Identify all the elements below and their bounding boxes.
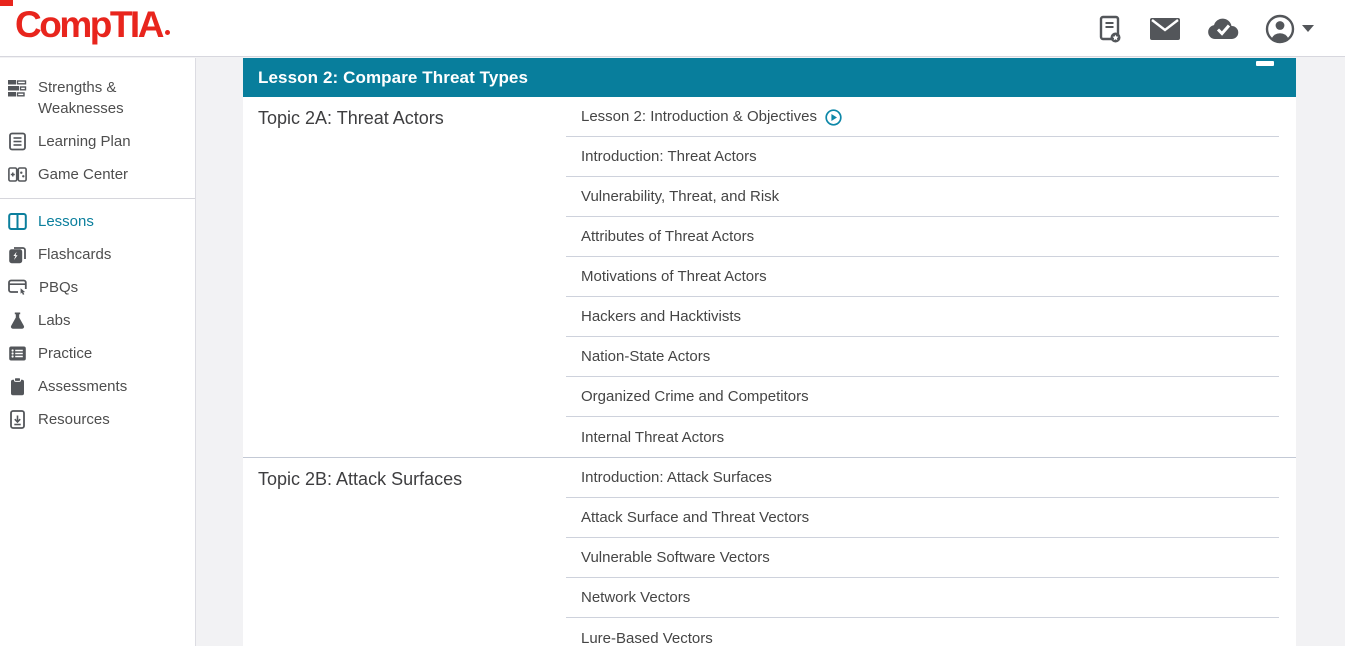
lesson-item-label: Introduction: Attack Surfaces — [581, 469, 772, 486]
caret-down-icon — [1301, 24, 1315, 33]
lesson-item-row[interactable]: Attributes of Threat Actors — [566, 217, 1279, 257]
lesson-item-row[interactable]: Vulnerability, Threat, and Risk — [566, 177, 1279, 217]
pbqs-icon — [8, 278, 28, 297]
lesson-item-label: Attributes of Threat Actors — [581, 228, 754, 245]
lesson-item-label: Hackers and Hacktivists — [581, 308, 741, 325]
lessons-icon — [8, 212, 27, 231]
account-icon — [1265, 14, 1295, 44]
lesson-item-label: Organized Crime and Competitors — [581, 388, 809, 405]
lesson-card: Lesson 2: Compare Threat Types Topic 2A:… — [243, 58, 1296, 646]
lesson-item-row[interactable]: Attack Surface and Threat Vectors — [566, 498, 1279, 538]
sidebar-top-list: Strengths & Weaknesses Learning Plan — [0, 58, 195, 191]
sidebar-main-list: Lessons Flashcards PBQs — [0, 205, 195, 436]
practice-icon — [8, 344, 27, 363]
lesson-item-row[interactable]: Vulnerable Software Vectors — [566, 538, 1279, 578]
logo-registered-mark — [165, 30, 170, 35]
lesson-item-label: Motivations of Threat Actors — [581, 268, 767, 285]
lesson-item-label: Introduction: Threat Actors — [581, 148, 757, 165]
sidebar-item-label: Practice — [38, 343, 92, 364]
sidebar-item-label: Flashcards — [38, 244, 111, 265]
game-center-icon — [8, 165, 27, 184]
lesson-item-label: Network Vectors — [581, 589, 690, 606]
sidebar-item-label: Assessments — [38, 376, 127, 397]
cloud-sync-icon[interactable] — [1207, 17, 1239, 41]
sidebar-item-lessons[interactable]: Lessons — [0, 205, 195, 238]
assessments-icon — [8, 377, 27, 396]
corner-accent — [0, 0, 13, 6]
report-icon[interactable] — [1097, 14, 1123, 44]
lesson-item-label: Internal Threat Actors — [581, 429, 724, 446]
sidebar-item-game-center[interactable]: Game Center — [0, 158, 195, 191]
logo-text: CompTIA — [15, 4, 162, 45]
lesson-item-label: Vulnerable Software Vectors — [581, 549, 770, 566]
topic-item-list: Lesson 2: Introduction & Objectives Intr… — [566, 97, 1279, 457]
lesson-item-row[interactable]: Organized Crime and Competitors — [566, 377, 1279, 417]
sidebar-item-learning-plan[interactable]: Learning Plan — [0, 125, 195, 158]
lesson-item-row[interactable]: Internal Threat Actors — [566, 417, 1279, 457]
lesson-item-row[interactable]: Network Vectors — [566, 578, 1279, 618]
sidebar-item-label: Labs — [38, 310, 71, 331]
topic-title: Topic 2A: Threat Actors — [243, 97, 566, 457]
strengths-weaknesses-icon — [8, 78, 27, 97]
lesson-item-row[interactable]: Hackers and Hacktivists — [566, 297, 1279, 337]
play-icon[interactable] — [825, 109, 842, 126]
sidebar-item-label: Strengths & Weaknesses — [38, 77, 181, 119]
lesson-item-row[interactable]: Introduction: Attack Surfaces — [566, 458, 1279, 498]
topic-item-list: Introduction: Attack Surfaces Attack Sur… — [566, 458, 1279, 646]
lesson-item-label: Nation-State Actors — [581, 348, 710, 365]
app-header: CompTIA — [0, 0, 1345, 57]
sidebar-item-label: Lessons — [38, 211, 94, 232]
account-menu[interactable] — [1265, 14, 1315, 44]
lesson-item-row[interactable]: Motivations of Threat Actors — [566, 257, 1279, 297]
sidebar-item-label: Resources — [38, 409, 110, 430]
lesson-item-label: Vulnerability, Threat, and Risk — [581, 188, 779, 205]
sidebar-item-labs[interactable]: Labs — [0, 304, 195, 337]
mail-icon[interactable] — [1149, 17, 1181, 41]
lesson-item-label: Attack Surface and Threat Vectors — [581, 509, 809, 526]
sidebar: Strengths & Weaknesses Learning Plan — [0, 58, 196, 646]
lesson-item-row[interactable]: Introduction: Threat Actors — [566, 137, 1279, 177]
sidebar-item-resources[interactable]: Resources — [0, 403, 195, 436]
header-icon-bar — [1097, 0, 1315, 57]
lesson-item-label: Lesson 2: Introduction & Objectives — [581, 108, 817, 125]
sidebar-item-practice[interactable]: Practice — [0, 337, 195, 370]
lesson-title: Lesson 2: Compare Threat Types — [258, 68, 528, 88]
comptia-logo[interactable]: CompTIA — [15, 1, 170, 49]
collapse-lesson-button[interactable] — [1256, 61, 1274, 66]
lesson-item-row[interactable]: Nation-State Actors — [566, 337, 1279, 377]
lesson-item-row[interactable]: Lesson 2: Introduction & Objectives — [566, 97, 1279, 137]
sidebar-item-label: Learning Plan — [38, 131, 131, 152]
sidebar-item-label: PBQs — [39, 277, 78, 298]
flashcards-icon — [8, 245, 27, 264]
page: { "header": { "logo_text": "CompTIA", "i… — [0, 0, 1345, 646]
lesson-header-bar[interactable]: Lesson 2: Compare Threat Types — [243, 58, 1296, 97]
topic-title: Topic 2B: Attack Surfaces — [243, 458, 566, 646]
resources-icon — [8, 410, 27, 429]
topic-section-2b: Topic 2B: Attack Surfaces Introduction: … — [243, 458, 1296, 646]
sidebar-item-pbqs[interactable]: PBQs — [0, 271, 195, 304]
lesson-item-row[interactable]: Lure-Based Vectors — [566, 618, 1279, 646]
lesson-item-label: Lure-Based Vectors — [581, 630, 713, 646]
sidebar-item-label: Game Center — [38, 164, 128, 185]
sidebar-item-strengths-weaknesses[interactable]: Strengths & Weaknesses — [0, 71, 195, 125]
sidebar-item-assessments[interactable]: Assessments — [0, 370, 195, 403]
sidebar-item-flashcards[interactable]: Flashcards — [0, 238, 195, 271]
sidebar-divider — [0, 198, 195, 199]
learning-plan-icon — [8, 132, 27, 151]
topic-section-2a: Topic 2A: Threat Actors Lesson 2: Introd… — [243, 97, 1296, 458]
labs-icon — [8, 311, 27, 330]
